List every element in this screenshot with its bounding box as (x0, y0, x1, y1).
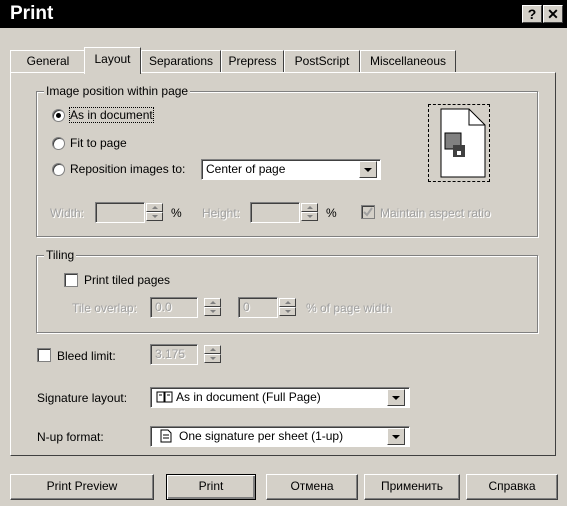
page-preview (428, 104, 490, 182)
apply-button[interactable]: Применить (364, 474, 460, 500)
page-width-spinner[interactable] (279, 298, 296, 317)
tiling-group (36, 255, 538, 333)
fit-to-page-label[interactable]: Fit to page (70, 136, 127, 150)
tab-separations[interactable]: Separations (141, 50, 221, 72)
width-spinner[interactable] (146, 203, 163, 222)
maintain-aspect-label: Maintain aspect ratio (380, 206, 491, 220)
page-width-value: 0 (243, 300, 250, 314)
reposition-select-value: Center of page (206, 162, 286, 176)
window-title: Print (10, 3, 54, 24)
tile-overlap-value: 0.0 (155, 300, 172, 314)
tab-layout[interactable]: Layout (84, 47, 141, 74)
cancel-button[interactable]: Отмена (266, 474, 358, 500)
tile-overlap-field[interactable]: 0.0 (150, 297, 198, 318)
tiling-legend: Tiling (44, 248, 77, 262)
bleed-limit-checkbox[interactable] (37, 348, 51, 362)
chevron-down-icon[interactable] (387, 389, 405, 406)
tile-overlap-spinner[interactable] (204, 298, 221, 317)
as-in-document-label[interactable]: As in document (69, 107, 154, 123)
print-tiled-label[interactable]: Print tiled pages (84, 273, 170, 287)
width-percent: % (171, 206, 182, 220)
tab-miscellaneous[interactable]: Miscellaneous (360, 50, 456, 72)
tab-postscript[interactable]: PostScript (284, 50, 360, 72)
height-label: Height: (202, 206, 241, 220)
print-tiled-checkbox[interactable] (64, 273, 78, 287)
page-width-label: % of page width (306, 301, 392, 315)
reposition-select[interactable]: Center of page (201, 159, 381, 180)
chevron-down-icon[interactable] (359, 161, 377, 178)
tab-prepress[interactable]: Prepress (221, 50, 284, 72)
help-button[interactable]: Справка (466, 474, 558, 500)
height-field[interactable] (250, 202, 300, 223)
print-preview-button[interactable]: Print Preview (10, 474, 154, 500)
width-field[interactable] (95, 202, 145, 223)
bleed-limit-spinner[interactable] (204, 345, 221, 364)
tile-overlap-label: Tile overlap: (72, 301, 137, 315)
tab-general[interactable]: General (10, 50, 86, 72)
page-width-field[interactable]: 0 (238, 297, 278, 318)
page-icon (160, 429, 172, 443)
nup-format-label: N-up format: (37, 430, 104, 444)
page-preview-icon (440, 108, 486, 178)
height-spinner[interactable] (301, 203, 318, 222)
reposition-label[interactable]: Reposition images to: (70, 162, 185, 176)
bleed-limit-value: 3.175 (155, 347, 186, 361)
fit-to-page-radio[interactable] (52, 137, 65, 150)
book-icon (156, 391, 173, 403)
signature-layout-value: As in document (Full Page) (176, 390, 321, 404)
image-position-legend: Image position within page (44, 84, 191, 98)
bleed-limit-field[interactable]: 3.175 (150, 344, 198, 365)
help-icon[interactable]: ? (522, 5, 542, 23)
as-in-document-radio[interactable] (52, 109, 65, 122)
print-button[interactable]: Print (166, 474, 256, 500)
signature-layout-label: Signature layout: (37, 391, 128, 405)
chevron-down-icon[interactable] (387, 428, 405, 445)
close-icon[interactable]: ✕ (543, 5, 563, 23)
width-label: Width: (50, 206, 85, 220)
nup-format-select[interactable]: One signature per sheet (1-up) (150, 426, 410, 447)
height-percent: % (326, 206, 337, 220)
reposition-radio[interactable] (52, 163, 65, 176)
title-bar: Print ? ✕ (0, 0, 567, 28)
bleed-limit-label[interactable]: Bleed limit: (57, 349, 116, 363)
check-icon (363, 207, 373, 217)
maintain-aspect-checkbox[interactable] (361, 205, 375, 219)
nup-format-value: One signature per sheet (1-up) (179, 429, 344, 443)
signature-layout-select[interactable]: As in document (Full Page) (150, 387, 410, 408)
